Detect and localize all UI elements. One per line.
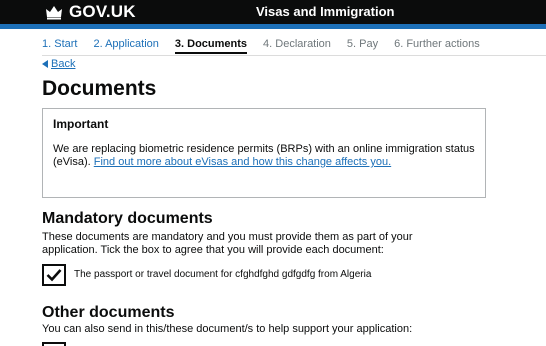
steps-divider — [42, 55, 546, 56]
logo-text: GOV.UK — [69, 2, 136, 21]
progress-steps: 1. Start 2. Application 3. Documents 4. … — [42, 37, 496, 54]
mandatory-heading: Mandatory documents — [42, 210, 213, 227]
govuk-header: GOV.UK Visas and Immigration — [0, 0, 546, 24]
important-body: We are replacing biometric residence per… — [53, 143, 475, 169]
other-document-checkbox[interactable] — [42, 342, 66, 346]
page-title: Documents — [42, 77, 157, 100]
service-name[interactable]: Visas and Immigration — [256, 3, 394, 20]
checkmark-icon — [46, 269, 62, 282]
step-start[interactable]: 1. Start — [42, 37, 77, 54]
govuk-logo-link[interactable]: GOV.UK — [45, 2, 136, 22]
mandatory-description: These documents are mandatory and you mu… — [42, 231, 413, 256]
other-description: You can also send in this/these document… — [42, 323, 413, 335]
evisa-info-link[interactable]: Find out more about eVisas and how this … — [94, 156, 391, 168]
header-accent-bar — [0, 24, 546, 29]
step-further-actions: 6. Further actions — [394, 38, 480, 50]
other-heading: Other documents — [42, 304, 175, 321]
step-declaration: 4. Declaration — [263, 38, 331, 50]
mandatory-item: The passport or travel document for cfgh… — [42, 264, 371, 286]
crown-icon — [45, 4, 63, 20]
step-application[interactable]: 2. Application — [93, 37, 158, 54]
back-link-label: Back — [51, 58, 76, 70]
passport-checkbox-label[interactable]: The passport or travel document for cfgh… — [74, 269, 371, 281]
important-notice: Important We are replacing biometric res… — [42, 108, 486, 198]
step-documents: 3. Documents — [174, 37, 248, 54]
back-link[interactable]: Back — [42, 58, 75, 70]
passport-checkbox[interactable] — [42, 264, 66, 286]
step-pay: 5. Pay — [346, 38, 379, 50]
important-title: Important — [53, 117, 109, 131]
back-arrow-icon — [42, 60, 48, 68]
